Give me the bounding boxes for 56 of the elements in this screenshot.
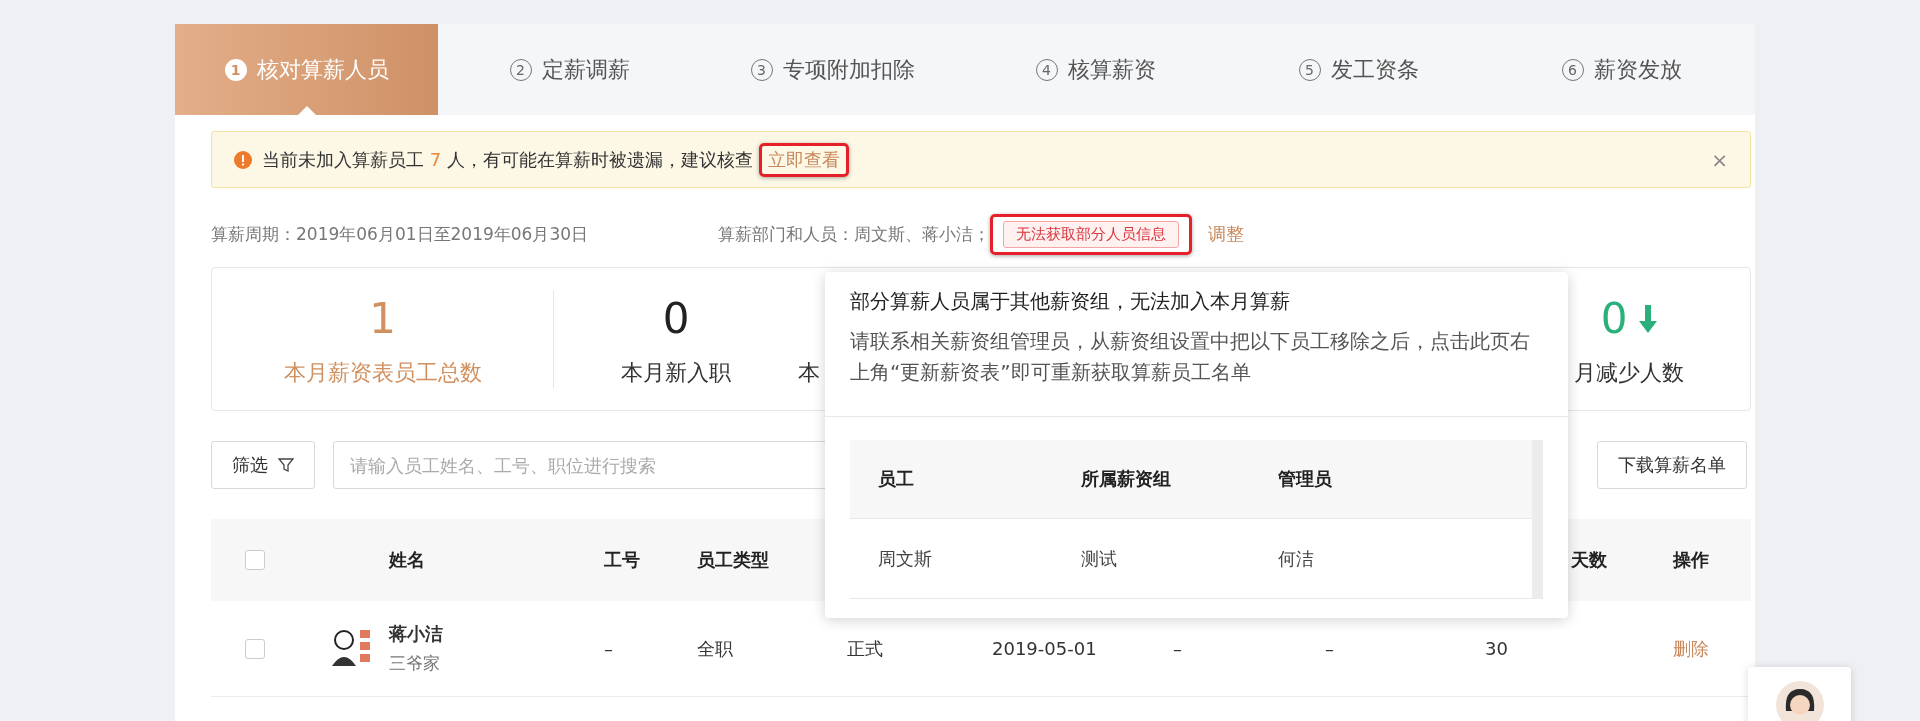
table-cell-text: – — [1325, 638, 1335, 659]
table-cell-text: 测试 — [1081, 546, 1118, 571]
table-cell-text: 2019-05-01 — [992, 638, 1098, 659]
filter-icon — [278, 457, 294, 473]
download-button[interactable]: 下载算薪名单 — [1597, 441, 1747, 489]
table-cell-text: 30 — [1485, 638, 1509, 659]
stat-value: 0 — [662, 298, 690, 340]
column-header: 天数 — [1570, 548, 1608, 572]
avatar-icon — [1775, 681, 1824, 721]
tab-pointer — [297, 106, 316, 115]
column-header: 操作 — [1673, 548, 1710, 572]
checkbox[interactable] — [245, 638, 265, 659]
popover-title: 部分算薪人员属于其他薪资组，无法加入本月算薪 — [850, 288, 1291, 315]
step-label: 专项附加扣除 — [782, 55, 915, 84]
stat-label: 本月新入职 — [621, 359, 731, 387]
checkbox[interactable] — [245, 550, 265, 570]
scope-text: 算薪部门和人员：周文斯、蒋小洁； — [718, 222, 991, 246]
table-cell-text: 周文斯 — [878, 546, 933, 571]
stat-value: 0 — [1600, 298, 1628, 340]
filter-button[interactable]: 筛选 — [211, 441, 315, 489]
step-label: 薪资发放 — [1593, 55, 1682, 84]
pay-period-text: 算薪周期：2019年06月01日至2019年06月30日 — [211, 222, 589, 246]
stat-label: 本月薪资表员工总数 — [283, 359, 482, 387]
employee-company: 三爷家 — [389, 652, 441, 675]
table-cell-text: 何洁 — [1278, 546, 1315, 571]
step-label: 发工资条 — [1330, 55, 1419, 84]
step-label: 核对算薪人员 — [256, 55, 389, 84]
column-header: 所属薪资组 — [1081, 467, 1172, 491]
assistant-button[interactable] — [1748, 667, 1851, 721]
step-tab[interactable]: 2 定薪调薪 — [438, 24, 701, 115]
down-arrow-icon — [1639, 305, 1658, 333]
stat-value: 1 — [369, 298, 396, 340]
error-tag[interactable]: 无法获取部分人员信息 — [1003, 220, 1180, 248]
step-tab[interactable]: 5 发工资条 — [1227, 24, 1490, 115]
warning-text: 当前未加入算薪员工 7 人，有可能在算薪时被遗漏，建议核查 — [262, 147, 753, 172]
table-cell-text: 全职 — [697, 636, 734, 661]
stat-label: 本 — [798, 359, 820, 387]
column-header: 管理员 — [1278, 467, 1333, 491]
column-header: 员工类型 — [697, 548, 770, 572]
warning-icon — [234, 150, 252, 169]
table-cell-text: 正式 — [847, 636, 884, 661]
popover-message: 请联系相关薪资组管理员，从薪资组设置中把以下员工移除之后，点击此页右上角“更新薪资表”即可重新获取算薪员工名单 — [850, 328, 1531, 386]
table-cell-text: – — [604, 638, 614, 659]
step-tab[interactable]: 3 专项附加扣除 — [701, 24, 964, 115]
table-cell-text: – — [1173, 638, 1183, 659]
step-tab[interactable]: 4 核算薪资 — [964, 24, 1227, 115]
column-header: 员工 — [878, 467, 915, 491]
step-number: 1 — [224, 58, 247, 81]
step-tab[interactable]: 6 薪资发放 — [1490, 24, 1753, 115]
stat-label: 月减少人数 — [1574, 359, 1684, 387]
step-label: 定薪调薪 — [541, 55, 630, 84]
employee-name: 蒋小洁 — [389, 622, 444, 646]
step-label: 核算薪资 — [1067, 55, 1156, 84]
close-button[interactable]: × — [1711, 147, 1728, 172]
column-header: 工号 — [604, 548, 641, 572]
column-header: 姓名 — [389, 548, 426, 572]
